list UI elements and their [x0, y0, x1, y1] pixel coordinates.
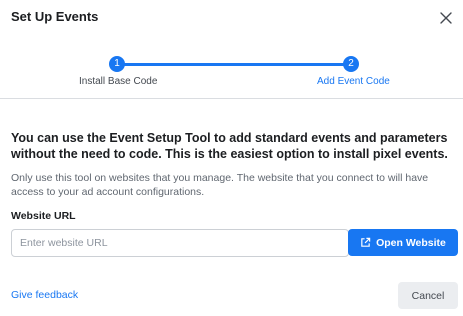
cancel-label: Cancel — [411, 289, 445, 302]
stepper-track — [117, 63, 352, 66]
set-up-events-dialog: Set Up Events 1 2 Install Base Code Add … — [0, 0, 463, 316]
progress-stepper: 1 2 Install Base Code Add Event Code — [0, 44, 463, 92]
external-link-icon — [361, 237, 371, 247]
cancel-button[interactable]: Cancel — [398, 282, 458, 309]
step-1-indicator: 1 — [109, 56, 125, 72]
website-url-label: Website URL — [11, 210, 76, 222]
step-2-indicator: 2 — [343, 56, 359, 72]
intro-description: Only use this tool on websites that you … — [11, 172, 429, 198]
step-2-label: Add Event Code — [317, 76, 390, 87]
website-url-input[interactable] — [11, 229, 349, 257]
give-feedback-link[interactable]: Give feedback — [11, 289, 78, 301]
close-button[interactable] — [436, 8, 456, 28]
dialog-title: Set Up Events — [11, 9, 99, 24]
step-1-label: Install Base Code — [79, 76, 158, 87]
open-website-button[interactable]: Open Website — [348, 229, 458, 256]
intro-headline: You can use the Event Setup Tool to add … — [11, 131, 448, 161]
close-icon — [440, 12, 452, 24]
open-website-label: Open Website — [376, 236, 446, 249]
dialog-header: Set Up Events — [0, 0, 463, 34]
header-divider — [0, 98, 463, 99]
